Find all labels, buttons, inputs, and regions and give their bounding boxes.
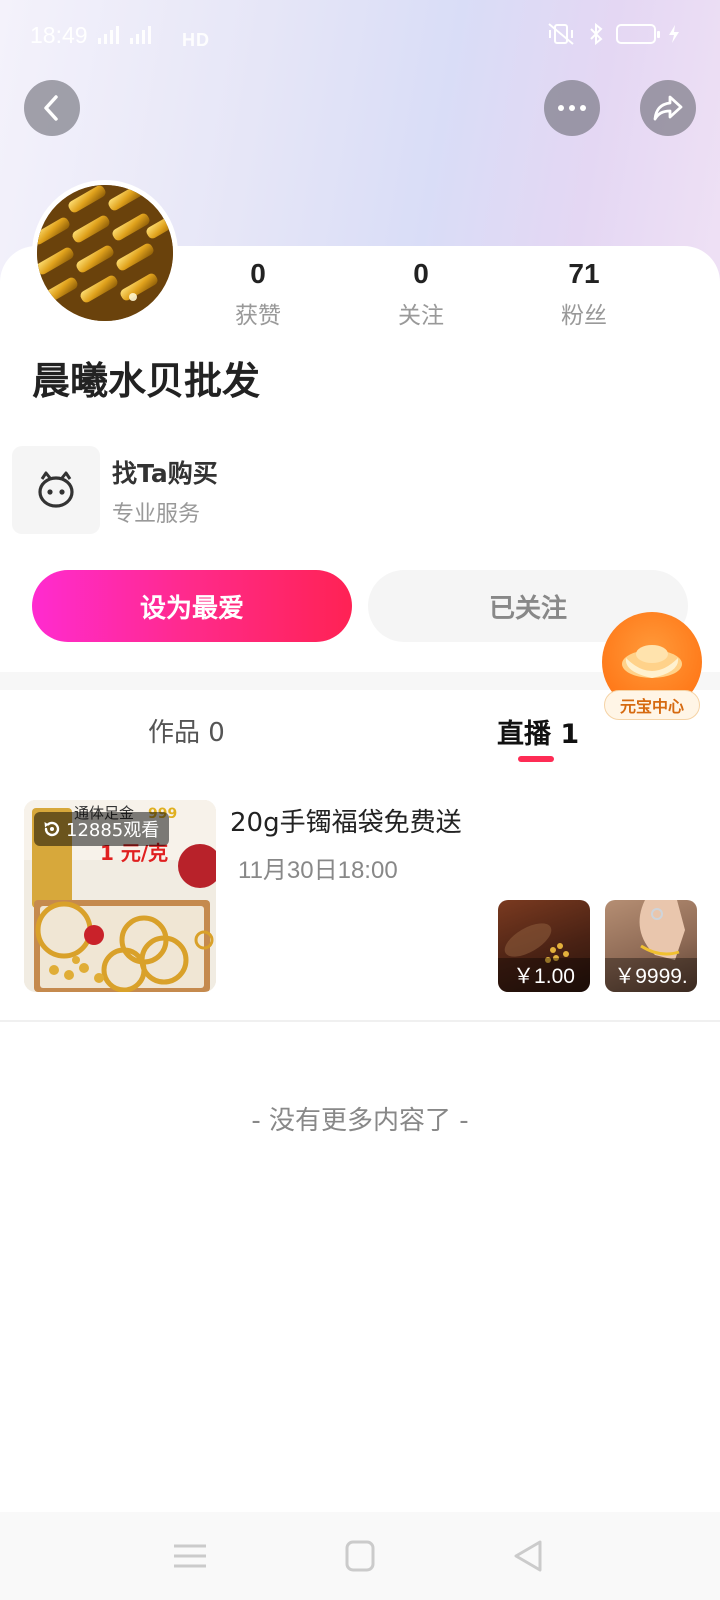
- active-tab-indicator: [518, 756, 554, 762]
- back-button[interactable]: [24, 80, 80, 136]
- system-nav-bar: [0, 1512, 720, 1600]
- yuanbao-center-button[interactable]: 元宝中心: [602, 612, 702, 720]
- signal-bars-icon: [98, 26, 151, 44]
- chevron-left-icon: [44, 95, 58, 121]
- recent-apps-icon[interactable]: [170, 1538, 210, 1574]
- share-arrow-icon: [653, 95, 683, 121]
- status-right: [546, 22, 680, 46]
- yuanbao-label: 元宝中心: [604, 690, 700, 720]
- shop-subtitle: 专业服务: [112, 502, 201, 527]
- status-bar: 18:49 HD: [0, 0, 720, 72]
- live-thumbnail[interactable]: 通体足金 999 1 元/克: [24, 800, 216, 992]
- live-title: 20g手镯福袋免费送: [230, 808, 462, 838]
- robot-face-icon: [38, 471, 74, 508]
- product-price: ￥9999.: [605, 958, 697, 992]
- no-more-content: - 没有更多内容了 -: [251, 1106, 469, 1136]
- vibrate-off-icon: [548, 23, 574, 45]
- tab-live[interactable]: 直播 1: [497, 712, 579, 751]
- fans-label: 粉丝: [561, 303, 607, 329]
- stat-following[interactable]: 0 关注: [361, 258, 481, 330]
- network-type: HD: [182, 30, 211, 50]
- likes-count: 0: [250, 258, 266, 289]
- shop-icon: [12, 446, 100, 534]
- username: 晨曦水贝批发: [32, 359, 261, 403]
- live-replay-item[interactable]: 通体足金 999 1 元/克: [0, 800, 720, 1022]
- gold-bars-avatar-image: [37, 185, 173, 321]
- more-dots-icon: [558, 105, 586, 111]
- bluetooth-icon: [590, 22, 603, 46]
- product-price: ￥1.00: [498, 958, 590, 992]
- shop-entry[interactable]: 找Ta购买 专业服务: [12, 446, 312, 536]
- live-time: 11月30日18:00: [238, 857, 398, 884]
- back-nav-icon[interactable]: [508, 1538, 548, 1574]
- replay-icon: [44, 821, 60, 837]
- status-time: 18:49: [30, 22, 88, 48]
- share-button[interactable]: [640, 80, 696, 136]
- charging-icon: [669, 25, 679, 43]
- signal-icon: HD: [96, 24, 210, 51]
- following-label: 关注: [398, 303, 444, 329]
- set-favorite-button[interactable]: 设为最爱: [32, 570, 352, 642]
- tab-works[interactable]: 作品 0: [148, 712, 225, 749]
- product-item[interactable]: ￥9999.: [605, 900, 697, 992]
- product-item[interactable]: ￥1.00: [498, 900, 590, 992]
- likes-label: 获赞: [235, 303, 281, 329]
- battery-icon: [616, 24, 660, 44]
- more-button[interactable]: [544, 80, 600, 136]
- shop-title: 找Ta购买: [112, 459, 218, 488]
- views-badge: 12885观看: [34, 812, 170, 846]
- stat-fans[interactable]: 71 粉丝: [524, 258, 644, 330]
- avatar[interactable]: [32, 180, 178, 326]
- views-count: 12885观看: [66, 820, 160, 841]
- fans-count: 71: [568, 258, 600, 289]
- following-count: 0: [413, 258, 429, 289]
- home-icon[interactable]: [340, 1538, 380, 1574]
- stat-likes[interactable]: 0 获赞: [198, 258, 318, 330]
